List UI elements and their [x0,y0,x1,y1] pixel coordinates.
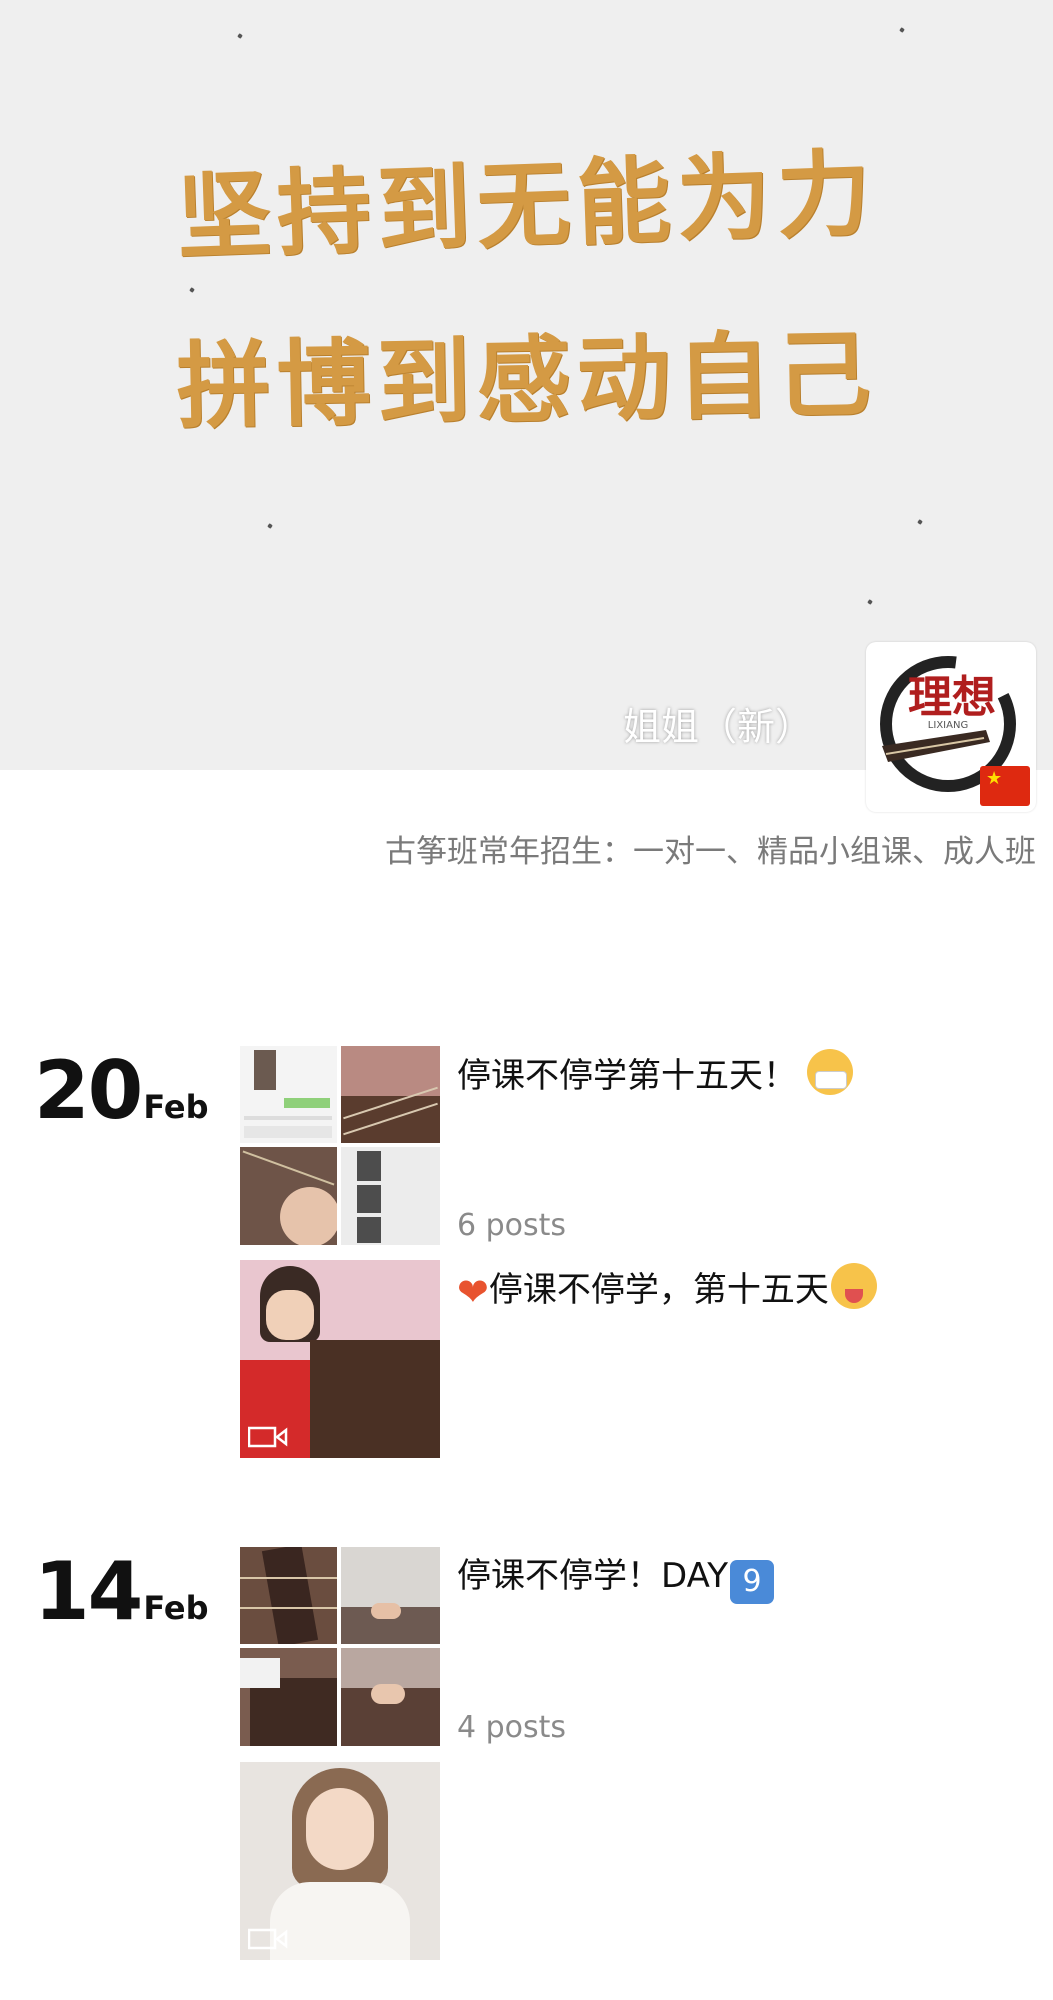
post-thumbnail[interactable] [240,1046,337,1143]
post-title[interactable]: ❤停课不停学，第十五天 [457,1262,877,1314]
post-thumbnail[interactable] [341,1046,440,1143]
profile-name[interactable]: 姐姐（新） [623,696,813,751]
post-thumbnail[interactable] [341,1147,440,1245]
heart-emoji: ❤ [457,1270,489,1314]
entry-date: 20Feb [34,1044,209,1137]
keycap-9-emoji: 9 [729,1560,774,1604]
moments-profile-page: 坚持到无能为力 拼博到感动自己 姐姐（新） 理想 LIXIANG ★ 古筝班常年… [0,0,1053,2000]
post-title[interactable]: 停课不停学！DAY 9 [457,1548,774,1604]
post-thumbnail[interactable] [341,1648,440,1746]
post-count: 4 posts [457,1710,567,1745]
hot-face-emoji [830,1263,877,1309]
video-icon [248,1928,288,1950]
video-thumbnail[interactable] [240,1762,440,1960]
mask-face-emoji [807,1049,853,1095]
avatar-subtext: LIXIANG [928,720,968,731]
cover-slogan-line-1: 坚持到无能为力 [175,138,879,274]
video-thumbnail[interactable] [240,1260,440,1458]
post-count: 6 posts [457,1208,567,1243]
date-month: Feb [143,1088,209,1126]
cover-slogan-line-2: 拼博到感动自己 [175,319,878,443]
china-flag-icon: ★ [980,766,1030,806]
post-title[interactable]: 停课不停学第十五天！ [457,1048,853,1097]
date-day: 14 [34,1545,143,1638]
entry-date: 14Feb [34,1545,209,1638]
avatar-text: 理想 [908,672,996,723]
post-thumbnail[interactable] [240,1147,337,1245]
date-day: 20 [34,1044,143,1137]
post-thumbnail[interactable] [240,1547,337,1644]
avatar[interactable]: 理想 LIXIANG ★ [866,642,1036,812]
date-month: Feb [143,1589,209,1627]
profile-signature: 古筝班常年招生：一对一、精品小组课、成人班 [385,834,1036,870]
post-thumbnail[interactable] [341,1547,440,1644]
video-icon [248,1426,288,1448]
post-thumbnail[interactable] [240,1648,337,1746]
